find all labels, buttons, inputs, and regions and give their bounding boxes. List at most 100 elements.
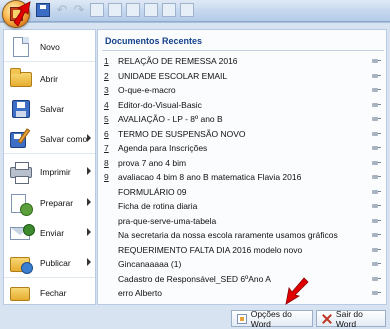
- pin-icon[interactable]: [372, 174, 381, 180]
- quick-access-tool-icon[interactable]: [144, 3, 158, 17]
- save-disk-icon: [8, 98, 34, 120]
- recent-document-name: Na secretaria da nossa escola raramente …: [118, 230, 338, 240]
- submenu-arrow-icon: [87, 228, 91, 236]
- submenu-arrow-icon: [87, 198, 91, 206]
- recent-document-name: Agenda para Inscrições: [118, 143, 208, 153]
- quick-access-tool-icon[interactable]: [126, 3, 140, 17]
- menu-item-label: Salvar como: [40, 133, 88, 144]
- recent-document-name: AVALIAÇÃO - LP - 8º ano B: [118, 114, 223, 124]
- menu-item-novo[interactable]: Novo: [4, 32, 95, 62]
- recent-document-item[interactable]: Na secretaria da nossa escola raramente …: [98, 228, 386, 243]
- menu-item-fechar[interactable]: Fechar: [4, 278, 95, 308]
- recent-document-item[interactable]: 7 Agenda para Inscrições: [98, 141, 386, 156]
- quick-access-tool-icon[interactable]: [90, 3, 104, 17]
- open-folder-icon: [8, 68, 34, 90]
- pin-icon[interactable]: [372, 58, 381, 64]
- recent-document-number: 4: [104, 99, 109, 110]
- office-logo-icon: [10, 7, 23, 21]
- pin-icon[interactable]: [372, 160, 381, 166]
- recent-document-item[interactable]: FORMULÁRIO 09: [98, 185, 386, 200]
- recent-document-item[interactable]: 3 O-que-e-macro: [98, 83, 386, 98]
- recent-document-item[interactable]: 5 AVALIAÇÃO - LP - 8º ano B: [98, 112, 386, 127]
- recent-document-item[interactable]: 2 UNIDADE ESCOLAR EMAIL: [98, 69, 386, 84]
- menu-item-label: Salvar: [40, 104, 65, 114]
- undo-icon[interactable]: ↶: [55, 3, 69, 17]
- commands-panel: Novo Abrir Salvar Salvar como Imprimir P…: [3, 29, 96, 305]
- recent-document-item[interactable]: Ficha de rotina diaria: [98, 199, 386, 214]
- recent-document-name: Cadastro de Responsável_SED 6ºAno A: [118, 273, 271, 284]
- pin-icon[interactable]: [372, 131, 381, 137]
- menu-item-salvar-como[interactable]: Salvar como: [4, 124, 95, 154]
- pin-icon[interactable]: [372, 203, 381, 209]
- pin-icon[interactable]: [372, 232, 381, 238]
- recent-documents-title: Documentos Recentes: [105, 36, 203, 46]
- recent-document-item[interactable]: erro Alberto: [98, 286, 386, 301]
- quick-save-icon[interactable]: [36, 3, 50, 17]
- recent-document-item[interactable]: 1 RELAÇÃO DE REMESSA 2016: [98, 54, 386, 69]
- close-folder-icon: [8, 282, 34, 304]
- menu-item-preparar[interactable]: Preparar: [4, 188, 95, 218]
- menu-item-salvar[interactable]: Salvar: [4, 94, 95, 124]
- recent-document-name: Gincanaaaaa (1): [118, 259, 182, 269]
- pin-icon[interactable]: [372, 87, 381, 93]
- recent-document-name: FORMULÁRIO 09: [118, 186, 187, 197]
- menu-item-label: Fechar: [40, 288, 67, 298]
- send-icon: [8, 222, 35, 244]
- recent-document-name: REQUERIMENTO FALTA DIA 2016 modelo novo: [118, 244, 303, 255]
- recent-document-item[interactable]: 4 Editor-do-Visual-Basic: [98, 98, 386, 113]
- pin-icon[interactable]: [372, 73, 381, 79]
- menu-item-label: Novo: [40, 41, 60, 52]
- menu-item-label: Imprimir: [40, 167, 71, 177]
- recent-document-number: 2: [104, 70, 109, 81]
- menu-item-abrir[interactable]: Abrir: [4, 64, 95, 94]
- recent-document-item[interactable]: 9 avaliacao 4 bim 8 ano B matematica Flav…: [98, 170, 386, 185]
- recent-document-item[interactable]: Gincanaaaaa (1): [98, 257, 386, 272]
- exit-word-button[interactable]: Sair do Word: [316, 308, 386, 329]
- word-options-label: Opções do Word: [250, 308, 292, 329]
- recent-document-item[interactable]: 8 prova 7 ano 4 bim: [98, 156, 386, 171]
- menu-item-label: Enviar: [40, 228, 65, 238]
- recent-document-item[interactable]: Cadastro de Responsável_SED 6ºAno A: [98, 272, 386, 287]
- quick-access-tool-icon[interactable]: [180, 3, 194, 17]
- pin-icon[interactable]: [372, 189, 381, 195]
- recent-document-item[interactable]: 6 TERMO DE SUSPENSÃO NOVO: [98, 127, 386, 142]
- new-document-icon: [8, 36, 34, 58]
- recent-document-name: avaliacao 4 bim 8 ano B matematica Flavi…: [118, 172, 302, 182]
- pin-icon[interactable]: [372, 218, 381, 224]
- save-as-icon: [8, 127, 34, 150]
- menu-item-publicar[interactable]: Publicar: [4, 248, 95, 278]
- pin-icon[interactable]: [372, 102, 381, 108]
- recent-document-number: 5: [104, 114, 109, 124]
- office-button[interactable]: [2, 0, 30, 28]
- menu-item-imprimir[interactable]: Imprimir: [4, 157, 95, 187]
- recent-document-name: pra-que-serve-uma-tabela: [118, 215, 217, 226]
- pin-icon[interactable]: [372, 261, 381, 267]
- word-options-button[interactable]: Opções do Word: [231, 308, 313, 329]
- recent-document-name: Editor-do-Visual-Basic: [118, 99, 202, 110]
- recent-document-name: RELAÇÃO DE REMESSA 2016: [118, 56, 238, 66]
- pin-icon[interactable]: [372, 247, 381, 253]
- close-x-icon: [322, 314, 332, 324]
- menu-item-enviar[interactable]: Enviar: [4, 218, 95, 248]
- recent-document-number: 7: [104, 143, 109, 153]
- quick-access-tool-icon[interactable]: [108, 3, 122, 17]
- publish-icon: [8, 252, 34, 274]
- prepare-icon: [8, 192, 34, 216]
- quick-access-tool-icon[interactable]: [162, 3, 176, 17]
- pin-icon[interactable]: [372, 290, 381, 296]
- exit-word-label: Sair do Word: [335, 308, 363, 329]
- quick-access-toolbar: ↶ ↷: [0, 0, 390, 28]
- pin-icon[interactable]: [372, 145, 381, 151]
- office-menu: Novo Abrir Salvar Salvar como Imprimir P…: [0, 22, 390, 329]
- recent-document-item[interactable]: pra-que-serve-uma-tabela: [98, 214, 386, 229]
- submenu-arrow-icon: [87, 258, 91, 266]
- pin-icon[interactable]: [372, 116, 381, 122]
- menu-item-label: Publicar: [40, 257, 71, 268]
- pin-icon[interactable]: [372, 276, 381, 282]
- recent-document-name: erro Alberto: [118, 288, 162, 298]
- recent-document-name: UNIDADE ESCOLAR EMAIL: [118, 70, 228, 81]
- recent-document-name: Ficha de rotina diaria: [118, 201, 198, 211]
- recent-document-item[interactable]: REQUERIMENTO FALTA DIA 2016 modelo novo: [98, 243, 386, 258]
- options-icon: [237, 313, 247, 324]
- redo-icon[interactable]: ↷: [72, 3, 86, 17]
